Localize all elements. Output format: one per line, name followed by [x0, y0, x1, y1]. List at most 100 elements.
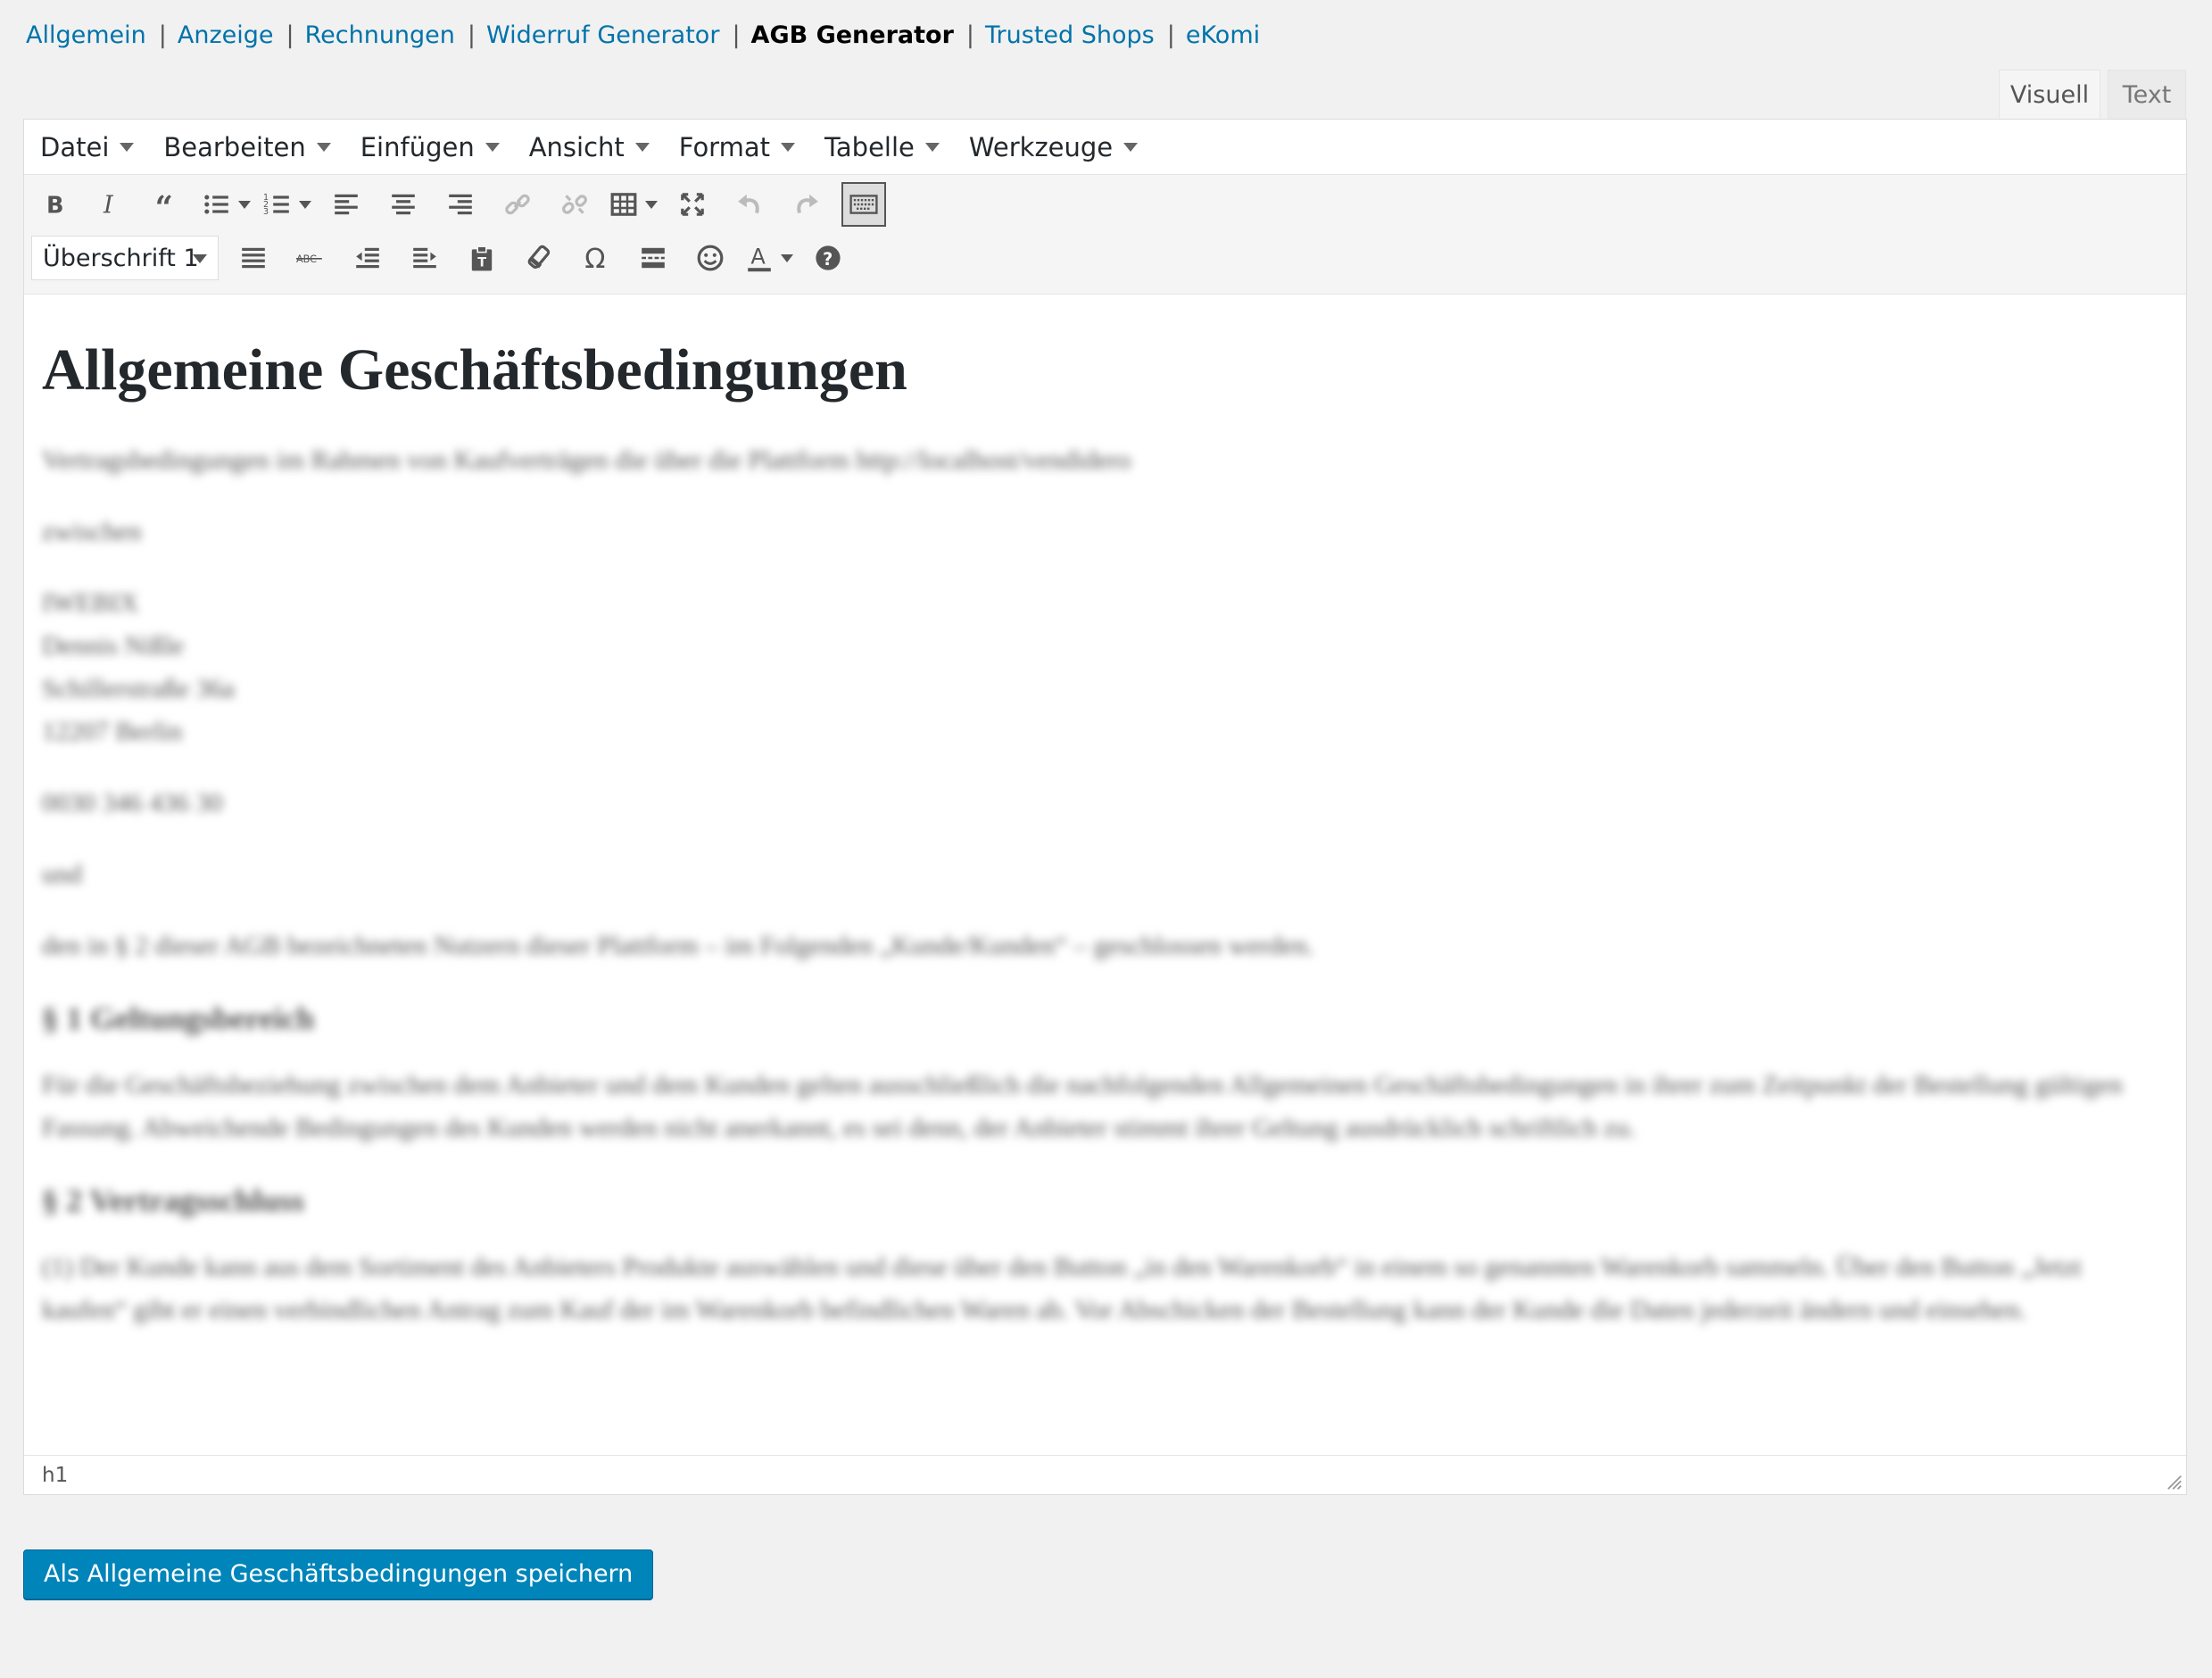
strikethrough-icon: ABC	[296, 253, 322, 265]
resize-handle-icon[interactable]	[2166, 1474, 2183, 1491]
chevron-down-icon	[485, 142, 500, 152]
paste-text-icon: T	[471, 245, 493, 271]
menu-datei[interactable]: Datei	[40, 132, 135, 162]
text-color-button[interactable]: A	[745, 236, 793, 280]
phone-paragraph: 0030 346 436 30	[42, 788, 223, 818]
chevron-down-icon	[238, 200, 251, 209]
block-format-select[interactable]: Überschrift 1	[31, 236, 219, 280]
parties-paragraph: den in § 2 dieser AGB bezeichneten Nutze…	[42, 931, 1314, 961]
align-right-icon	[449, 194, 472, 215]
settings-subnav: Allgemein | Anzeige | Rechnungen | Widerruf Ge…	[26, 18, 1260, 54]
numbered-list-icon: 123	[263, 193, 289, 217]
svg-text:“: “	[155, 190, 173, 219]
subnav-separator: |	[1166, 21, 1175, 49]
bullet-list-icon	[204, 195, 228, 214]
toolbar-row-2: Überschrift 1 ABC T Ω A ?	[31, 236, 863, 280]
redo-icon	[797, 194, 818, 214]
link-icon	[505, 194, 530, 215]
strikethrough-button[interactable]: ABC	[288, 236, 333, 280]
insert-table-button[interactable]	[609, 182, 658, 227]
menu-label: Einfügen	[360, 131, 475, 162]
align-center-button[interactable]	[381, 182, 426, 227]
menu-werkzeuge[interactable]: Werkzeuge	[968, 131, 1139, 162]
subnav-separator: |	[732, 21, 741, 49]
svg-text:I: I	[103, 192, 114, 219]
blockquote-button[interactable]: “	[145, 182, 190, 227]
und-paragraph: und	[42, 860, 82, 890]
section-2-heading: § 2 Vertragsschluss	[42, 1183, 305, 1219]
chevron-down-icon	[634, 142, 650, 152]
toolbar-toggle-button[interactable]	[841, 182, 886, 227]
chevron-down-icon	[193, 254, 207, 263]
outdent-icon	[356, 247, 379, 269]
address-line: Schillerstraße 36a	[42, 674, 235, 704]
subnav-widerruf-generator[interactable]: Widerruf Generator	[486, 21, 719, 49]
menu-einfuegen[interactable]: Einfügen	[360, 132, 500, 162]
clear-formatting-button[interactable]	[517, 236, 561, 280]
toolbar-toggle-icon	[849, 195, 878, 214]
subnav-separator: |	[286, 21, 294, 49]
subnav-rechnungen[interactable]: Rechnungen	[305, 21, 455, 49]
subnav-allgemein[interactable]: Allgemein	[26, 21, 146, 49]
align-right-button[interactable]	[438, 182, 483, 227]
unlink-icon	[562, 195, 587, 214]
italic-icon: I	[103, 192, 114, 219]
subnav-anzeige[interactable]: Anzeige	[178, 21, 274, 49]
chevron-down-icon	[1123, 142, 1139, 152]
read-more-icon	[642, 247, 665, 269]
menu-label: Format	[678, 131, 770, 162]
svg-text:Ω: Ω	[584, 244, 605, 272]
svg-text:B: B	[46, 193, 64, 219]
help-button[interactable]: ?	[806, 236, 850, 280]
italic-button[interactable]: I	[88, 182, 133, 227]
editor-menubar: Datei Bearbeiten Einfügen Ansicht Format…	[24, 120, 2186, 175]
subnav-ekomi[interactable]: eKomi	[1186, 21, 1260, 49]
svg-text:A: A	[750, 244, 766, 269]
redo-button[interactable]	[784, 182, 829, 227]
section-2-text: (1) Der Kunde kann aus dem Sortiment des…	[42, 1252, 2082, 1325]
menu-label: Bearbeiten	[163, 131, 306, 162]
bullet-list-button[interactable]	[203, 182, 251, 227]
menu-format[interactable]: Format	[679, 132, 795, 162]
menu-tabelle[interactable]: Tabelle	[824, 132, 940, 162]
svg-text:T: T	[477, 256, 486, 270]
chevron-down-icon	[316, 142, 331, 152]
paste-as-text-button[interactable]: T	[460, 236, 504, 280]
document-title: Allgemeine Geschäftsbedingungen	[42, 337, 907, 403]
align-left-button[interactable]	[324, 182, 369, 227]
tab-visual[interactable]: Visuell	[1999, 70, 2100, 120]
subnav-trusted-shops[interactable]: Trusted Shops	[985, 21, 1155, 49]
address-line: Dennis Nißle	[42, 631, 185, 661]
menu-bearbeiten[interactable]: Bearbeiten	[163, 131, 331, 162]
address-line: 12207 Berlin	[42, 717, 183, 747]
undo-button[interactable]	[727, 182, 772, 227]
numbered-list-button[interactable]: 123	[263, 182, 311, 227]
special-character-button[interactable]: Ω	[574, 236, 618, 280]
unlink-button[interactable]	[552, 182, 597, 227]
block-format-value: Überschrift 1	[43, 244, 199, 272]
subnav-agb-generator-current: AGB Generator	[750, 21, 954, 49]
indent-icon	[413, 247, 436, 269]
section-1-heading: § 1 Geltungsbereich	[42, 1001, 315, 1037]
subnav-separator: |	[158, 21, 167, 49]
menu-ansicht[interactable]: Ansicht	[529, 132, 650, 162]
editor-content-area[interactable]: Allgemeine Geschäftsbedingungen Vertrags…	[24, 295, 2186, 1455]
chevron-down-icon	[299, 200, 311, 209]
fullscreen-button[interactable]	[670, 182, 715, 227]
blurred-document-body: Vertragsbedingungen im Rahmen von Kaufve…	[42, 439, 2168, 1332]
align-center-icon	[392, 194, 415, 215]
insert-link-button[interactable]	[495, 182, 540, 227]
align-justify-button[interactable]	[231, 236, 276, 280]
editor-toolbar: B I “ 123 Überschrift 1 ABC T Ω A ?	[24, 175, 2186, 295]
save-agb-button[interactable]: Als Allgemeine Geschäftsbedingungen spei…	[23, 1549, 654, 1599]
tab-text[interactable]: Text	[2108, 70, 2186, 120]
element-path[interactable]: h1	[42, 1464, 68, 1487]
emoticon-button[interactable]	[688, 236, 733, 280]
outdent-button[interactable]	[345, 236, 390, 280]
menu-label: Werkzeuge	[968, 131, 1114, 162]
address-line: IWEBIX	[42, 588, 139, 619]
bold-button[interactable]: B	[31, 182, 76, 227]
read-more-button[interactable]	[631, 236, 675, 280]
indent-button[interactable]	[402, 236, 447, 280]
editor-statusbar: h1	[24, 1455, 2186, 1494]
